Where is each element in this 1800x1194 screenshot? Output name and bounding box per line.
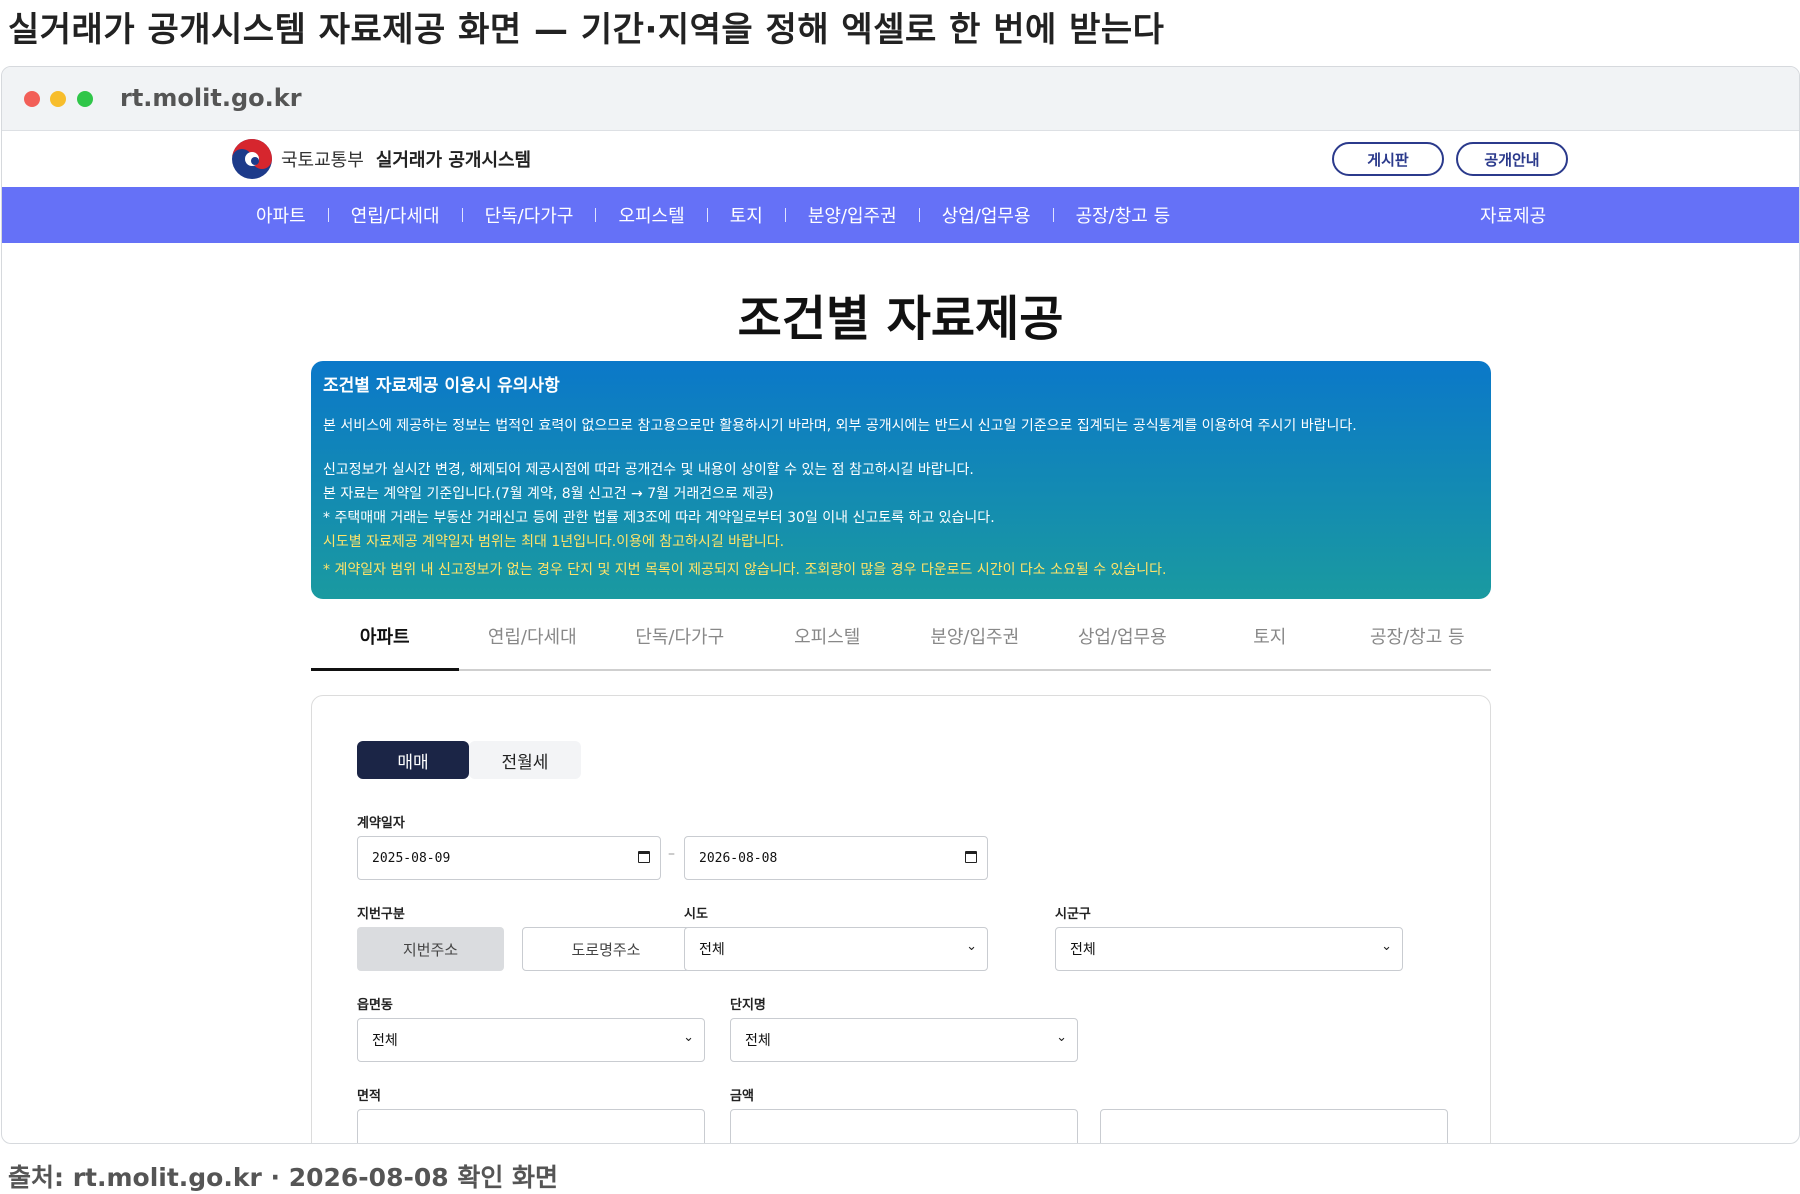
- tab-row-house[interactable]: 연립/다세대: [459, 613, 607, 669]
- tab-commercial[interactable]: 상업/업무용: [1049, 613, 1197, 669]
- chevron-down-icon: ⌄: [1381, 939, 1392, 954]
- disclosure-guide-button[interactable]: 공개안내: [1456, 142, 1568, 176]
- nav-item-detached-house[interactable]: 단독/다가구: [485, 202, 574, 228]
- tab-apartment[interactable]: 아파트: [311, 613, 459, 671]
- lot-address-button[interactable]: 지번주소: [357, 927, 504, 971]
- nav-item-officetel[interactable]: 오피스텔: [618, 202, 684, 228]
- search-form: 매매 전월세 계약일자 2025-08-09 – 2026-08-08 지번구분…: [311, 695, 1491, 1143]
- sigungu-label: 시군구: [1055, 907, 1091, 922]
- site-header: 국토교통부 실거래가 공개시스템 게시판 공개안내: [2, 131, 1799, 187]
- tab-detached-house[interactable]: 단독/다가구: [606, 613, 754, 669]
- complex-value: 전체: [745, 1033, 771, 1049]
- nav-divider: [918, 208, 920, 222]
- contract-date-label: 계약일자: [357, 816, 405, 831]
- contract-date-from-input[interactable]: 2025-08-09: [357, 836, 661, 880]
- taegeuk-logo-icon: [232, 139, 272, 179]
- eupmyeondong-value: 전체: [372, 1033, 398, 1049]
- nav-item-land[interactable]: 토지: [730, 202, 763, 228]
- complex-label: 단지명: [730, 998, 766, 1013]
- contract-date-from-value: 2025-08-09: [372, 850, 451, 866]
- ministry-name: 국토교통부: [281, 150, 364, 171]
- property-tabs: 아파트 연립/다세대 단독/다가구 오피스텔 분양/입주권 상업/업무용 토지 …: [311, 613, 1491, 671]
- deal-type-toggle: 매매 전월세: [357, 741, 581, 779]
- chevron-down-icon: ⌄: [966, 939, 977, 954]
- nav-item-factory[interactable]: 공장/창고 등: [1076, 202, 1171, 228]
- price-min-input[interactable]: [730, 1109, 1078, 1143]
- price-label: 금액: [730, 1089, 754, 1104]
- area-label: 면적: [357, 1089, 381, 1104]
- date-range-dash: –: [668, 846, 675, 862]
- notice-line: 본 서비스에 제공하는 정보는 법적인 효력이 없으므로 참고용으로만 활용하시…: [323, 418, 1357, 434]
- nav-divider: [595, 208, 597, 222]
- lot-type-label: 지번구분: [357, 907, 405, 922]
- board-button[interactable]: 게시판: [1332, 142, 1444, 176]
- sido-select[interactable]: 전체 ⌄: [684, 927, 988, 971]
- road-address-button[interactable]: 도로명주소: [522, 927, 690, 971]
- notice-line-highlight: * 계약일자 범위 내 신고정보가 없는 경우 단지 및 지번 목록이 제공되지…: [323, 562, 1167, 578]
- notice-box: 조건별 자료제공 이용시 유의사항 본 서비스에 제공하는 정보는 법적인 효력…: [311, 361, 1491, 599]
- nav-divider: [1052, 208, 1054, 222]
- eupmyeondong-label: 읍면동: [357, 998, 393, 1013]
- chevron-down-icon: ⌄: [683, 1030, 694, 1045]
- tab-factory[interactable]: 공장/창고 등: [1344, 613, 1492, 669]
- contract-date-to-input[interactable]: 2026-08-08: [684, 836, 988, 880]
- maximize-window-icon[interactable]: [77, 91, 93, 107]
- area-select[interactable]: [357, 1109, 705, 1143]
- sido-value: 전체: [699, 942, 725, 958]
- complex-select[interactable]: 전체 ⌄: [730, 1018, 1078, 1062]
- browser-window: rt.molit.go.kr 국토교통부 실거래가 공개시스템 게시판 공개안내…: [1, 66, 1800, 1144]
- contract-date-to-value: 2026-08-08: [699, 850, 778, 866]
- nav-item-presale[interactable]: 분양/입주권: [808, 202, 897, 228]
- system-name: 실거래가 공개시스템: [375, 150, 532, 171]
- page-title: 조건별 자료제공: [737, 291, 1064, 347]
- eupmyeondong-select[interactable]: 전체 ⌄: [357, 1018, 705, 1062]
- notice-line: * 주택매매 거래는 부동산 거래신고 등에 관한 법률 제3조에 따라 계약일…: [323, 510, 995, 526]
- notice-line: 본 자료는 계약일 기준입니다.(7월 계약, 8월 신고건 → 7월 거래건으…: [323, 486, 774, 502]
- tab-officetel[interactable]: 오피스텔: [754, 613, 902, 669]
- sale-button[interactable]: 매매: [357, 741, 469, 779]
- tab-land[interactable]: 토지: [1196, 613, 1344, 669]
- price-max-input[interactable]: [1100, 1109, 1448, 1143]
- minimize-window-icon[interactable]: [50, 91, 66, 107]
- sigungu-value: 전체: [1070, 942, 1096, 958]
- lease-button[interactable]: 전월세: [469, 741, 581, 779]
- sido-label: 시도: [684, 907, 708, 922]
- site-logo[interactable]: 국토교통부 실거래가 공개시스템: [231, 138, 531, 180]
- calendar-icon[interactable]: [965, 851, 977, 863]
- close-window-icon[interactable]: [24, 91, 40, 107]
- sigungu-select[interactable]: 전체 ⌄: [1055, 927, 1403, 971]
- calendar-icon[interactable]: [638, 851, 650, 863]
- address-bar[interactable]: rt.molit.go.kr: [120, 84, 302, 112]
- nav-item-apartment[interactable]: 아파트: [256, 202, 306, 228]
- nav-item-data-provision[interactable]: 자료제공: [1480, 187, 1546, 243]
- main-nav: 아파트 연립/다세대 단독/다가구 오피스텔 토지 분양/입주권 상업/업무용 …: [2, 187, 1799, 243]
- notice-line-highlight: 시도별 자료제공 계약일자 범위는 최대 1년입니다.이용에 참고하시길 바랍니…: [323, 534, 785, 550]
- nav-divider: [327, 208, 329, 222]
- nav-divider: [784, 208, 786, 222]
- nav-divider: [706, 208, 708, 222]
- nav-item-commercial[interactable]: 상업/업무용: [942, 202, 1031, 228]
- tab-presale[interactable]: 분양/입주권: [901, 613, 1049, 669]
- browser-chrome: rt.molit.go.kr: [2, 67, 1799, 131]
- headline: 실거래가 공개시스템 자료제공 화면 — 기간·지역을 정해 엑셀로 한 번에 …: [8, 10, 1165, 50]
- notice-line: 신고정보가 실시간 변경, 해제되어 제공시점에 따라 공개건수 및 내용이 상…: [323, 462, 974, 478]
- source-caption: 출처: rt.molit.go.kr · 2026-08-08 확인 화면: [8, 1163, 559, 1192]
- chevron-down-icon: ⌄: [1056, 1030, 1067, 1045]
- nav-divider: [461, 208, 463, 222]
- nav-item-row-house[interactable]: 연립/다세대: [351, 202, 440, 228]
- notice-title: 조건별 자료제공 이용시 유의사항: [323, 376, 560, 396]
